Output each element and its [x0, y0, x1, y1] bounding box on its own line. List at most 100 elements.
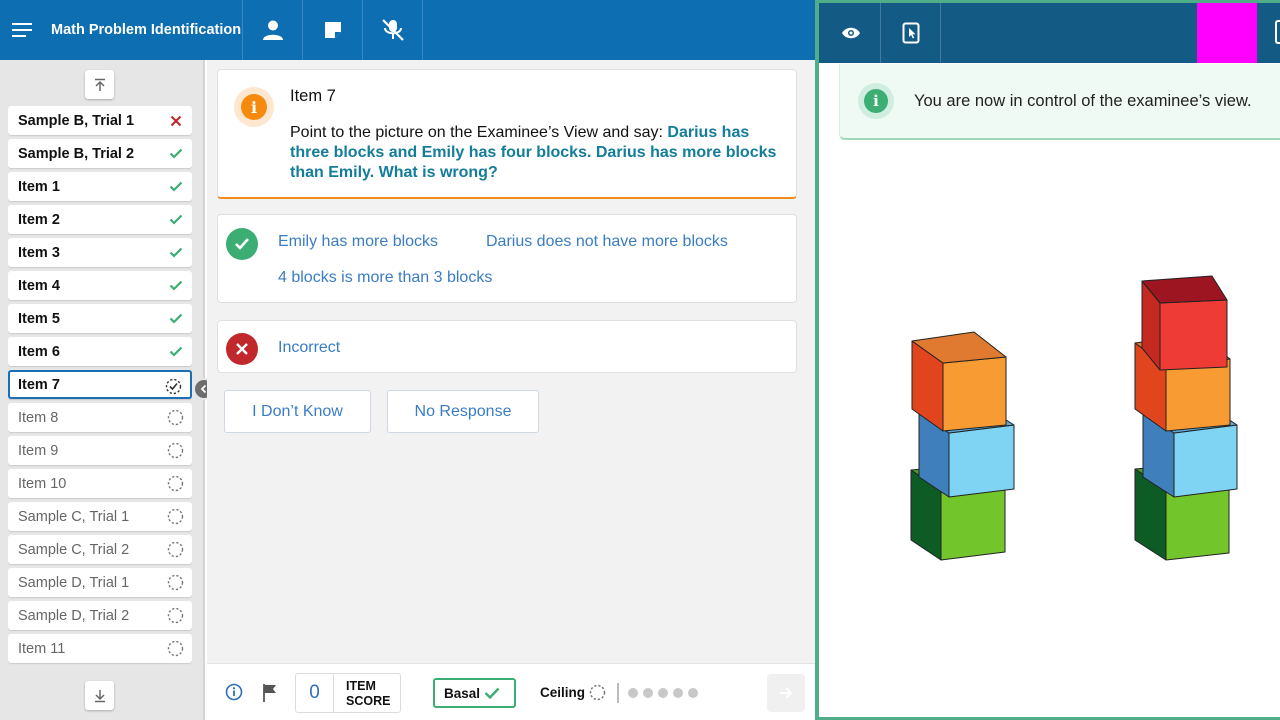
sidebar-item[interactable]: Item 7 — [8, 370, 192, 399]
dont-know-button[interactable]: I Don’t Know — [224, 390, 371, 433]
ceiling-dot — [673, 688, 683, 698]
scroll-to-bottom-button[interactable] — [85, 681, 114, 710]
notes-button[interactable] — [302, 0, 363, 60]
prompt-card: i Item 7 Point to the picture on the Exa… — [217, 69, 797, 199]
item-status-pending — [167, 541, 184, 558]
sidebar-item-label: Sample C, Trial 2 — [18, 541, 130, 558]
sidebar-item[interactable]: Item 9 — [8, 436, 192, 465]
sidebar-item-label: Sample D, Trial 1 — [18, 574, 130, 591]
item-status-pending — [167, 607, 184, 624]
sidebar-item[interactable]: Item 3 — [8, 238, 192, 267]
sidebar-item[interactable]: Item 4 — [8, 271, 192, 300]
item-status-correct — [167, 211, 184, 228]
scroll-to-top-button[interactable] — [85, 70, 114, 99]
main-panel: i Item 7 Point to the picture on the Exa… — [207, 60, 815, 663]
in-progress-circle-icon — [165, 378, 182, 395]
item-sidebar: Sample B, Trial 1 Sample B, Trial 2 Item 1… — [0, 60, 215, 720]
sidebar-item-label: Sample B, Trial 1 — [18, 112, 135, 129]
mic-off-icon — [381, 19, 404, 41]
sidebar-item-label: Sample D, Trial 2 — [18, 607, 130, 624]
sidebar-item[interactable]: Sample B, Trial 2 — [8, 139, 192, 168]
darius-block-tower — [910, 331, 1015, 561]
pending-circle-icon — [167, 574, 184, 591]
sidebar-item[interactable]: Item 1 — [8, 172, 192, 201]
item-status-pending — [167, 442, 184, 459]
incorrect-response-card: Incorrect — [217, 320, 797, 373]
basal-indicator: Basal — [433, 678, 516, 708]
mute-button[interactable] — [362, 0, 423, 60]
sidebar-item[interactable]: Sample B, Trial 1 — [8, 106, 192, 135]
item-status-pending — [167, 508, 184, 525]
note-icon — [325, 22, 341, 38]
sidebar-item-label: Item 7 — [18, 376, 60, 393]
check-circle-icon — [226, 228, 258, 260]
sidebar-item-label: Item 2 — [18, 211, 60, 228]
sidebar-item-label: Item 1 — [18, 178, 60, 195]
app-title: Math Problem Identification — [51, 22, 242, 38]
top-toolbar: Math Problem Identification — [0, 0, 815, 60]
sidebar-item-label: Item 6 — [18, 343, 60, 360]
next-item-button[interactable] — [767, 674, 805, 712]
item-title: Item 7 — [290, 87, 336, 105]
pending-circle-icon — [167, 475, 184, 492]
check-icon — [169, 247, 182, 258]
menu-button[interactable] — [0, 0, 44, 60]
menu-icon — [12, 23, 32, 37]
info-circle-icon[interactable] — [225, 683, 243, 701]
check-icon — [169, 148, 182, 159]
check-icon — [169, 346, 182, 357]
item-status-incorrect — [167, 112, 184, 129]
correct-response-option[interactable]: Emily has more blocks — [278, 233, 438, 251]
correct-response-option[interactable]: Darius does not have more blocks — [486, 233, 728, 251]
correct-response-option[interactable]: 4 blocks is more than 3 blocks — [278, 269, 492, 287]
pending-circle-icon — [167, 508, 184, 525]
prompt-instruction: Point to the picture on the Examinee’s V… — [290, 124, 668, 141]
sidebar-item-label: Item 3 — [18, 244, 60, 261]
no-response-button[interactable]: No Response — [387, 390, 539, 433]
item-score-value[interactable]: 0 — [296, 674, 334, 712]
flag-icon[interactable] — [261, 683, 279, 703]
x-circle-icon — [226, 333, 258, 365]
block-towers-picture[interactable] — [819, 3, 1280, 720]
examinee-info-button[interactable] — [242, 0, 303, 60]
sidebar-item[interactable]: Item 10 — [8, 469, 192, 498]
item-status-correct — [167, 310, 184, 327]
item-status-pending — [167, 574, 184, 591]
sidebar-item[interactable]: Item 11 — [8, 634, 192, 663]
sidebar-item[interactable]: Sample C, Trial 2 — [8, 535, 192, 564]
sidebar-item-label: Item 10 — [18, 475, 67, 492]
ceiling-dot — [628, 688, 638, 698]
sidebar-item[interactable]: Item 8 — [8, 403, 192, 432]
sidebar-item[interactable]: Item 2 — [8, 205, 192, 234]
emily-block-tower — [1134, 275, 1238, 561]
arrow-down-to-line-icon — [94, 689, 105, 702]
item-status-correct — [167, 343, 184, 360]
sidebar-item-label: Sample C, Trial 1 — [18, 508, 130, 525]
examinee-view-panel: i You are now in control of the examinee… — [815, 0, 1280, 720]
sidebar-item-label: Item 5 — [18, 310, 60, 327]
check-icon — [169, 280, 182, 291]
item-list: Sample B, Trial 1 Sample B, Trial 2 Item 1… — [8, 106, 192, 672]
basal-label: Basal — [444, 685, 481, 701]
sidebar-item-label: Item 9 — [18, 442, 59, 459]
pending-circle-icon — [167, 442, 184, 459]
item-status-pending — [167, 640, 184, 657]
sidebar-item[interactable]: Sample D, Trial 2 — [8, 601, 192, 630]
item-status-pending — [167, 409, 184, 426]
sidebar-item[interactable]: Sample D, Trial 1 — [8, 568, 192, 597]
pending-circle-icon — [167, 409, 184, 426]
pending-circle-icon — [167, 607, 184, 624]
sidebar-item-label: Sample B, Trial 2 — [18, 145, 135, 162]
sidebar-item[interactable]: Item 5 — [8, 304, 192, 333]
pending-circle-icon — [167, 541, 184, 558]
item-status-correct — [167, 277, 184, 294]
item-score-label: ITEM SCORE — [346, 679, 391, 708]
sidebar-item[interactable]: Sample C, Trial 1 — [8, 502, 192, 531]
ceiling-dot — [658, 688, 668, 698]
check-icon — [169, 181, 182, 192]
ceiling-label: Ceiling — [540, 685, 586, 700]
sidebar-item-label: Item 4 — [18, 277, 60, 294]
sidebar-item[interactable]: Item 6 — [8, 337, 192, 366]
incorrect-response-option[interactable]: Incorrect — [278, 339, 340, 357]
ceiling-dot — [643, 688, 653, 698]
